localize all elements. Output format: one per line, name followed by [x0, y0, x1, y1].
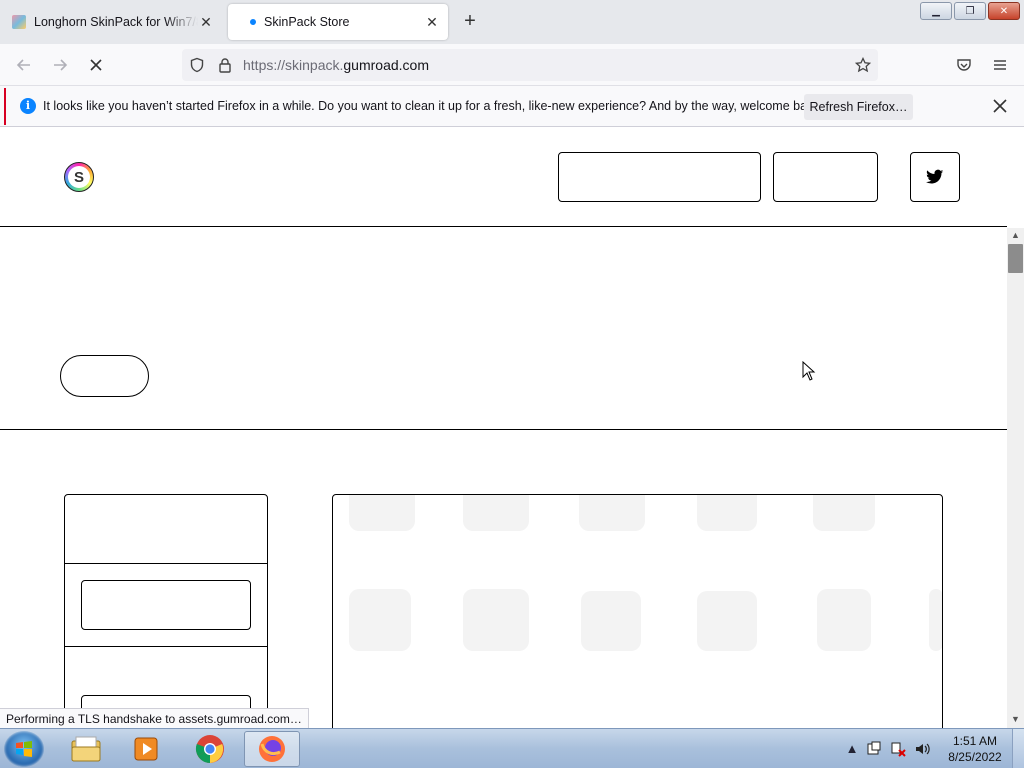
url-prefix: https://skinpack. — [243, 57, 344, 73]
mouse-cursor-icon — [802, 361, 816, 381]
ghost-icon — [697, 495, 757, 531]
ghost-video-file-icon — [817, 589, 871, 651]
notification-message: It looks like you haven’t started Firefo… — [43, 99, 824, 113]
bookmark-star-icon[interactable] — [853, 55, 873, 75]
url-text[interactable]: https://skinpack.gumroad.com — [243, 57, 429, 73]
tab-title: Longhorn SkinPack for Win7/8.1 — [34, 15, 198, 29]
filter-sidebar — [64, 494, 268, 728]
tab-title: SkinPack Store — [264, 15, 350, 29]
clock-date: 8/25/2022 — [948, 750, 1002, 764]
ghost-play-icon — [349, 589, 411, 651]
lock-icon[interactable] — [215, 55, 235, 75]
refresh-firefox-notification: i It looks like you haven’t started Fire… — [0, 86, 1024, 127]
address-bar[interactable]: https://skinpack.gumroad.com — [182, 49, 878, 81]
ghost-icon — [579, 495, 645, 531]
stop-loading-icon[interactable] — [86, 55, 106, 75]
loading-dot-icon — [250, 19, 256, 25]
close-tab-icon[interactable]: ✕ — [198, 14, 214, 30]
taskbar-explorer[interactable] — [58, 731, 114, 767]
app-menu-icon[interactable] — [990, 55, 1010, 75]
skinpack-favicon-icon — [12, 15, 26, 29]
taskbar-media-player[interactable] — [118, 731, 174, 767]
status-text: Performing a TLS handshake to assets.gum… — [0, 708, 309, 729]
logo-glyph: S — [68, 166, 90, 188]
tracking-protection-shield-icon[interactable] — [187, 55, 207, 75]
windows-taskbar: ▲ 1:51 AM 8/25/2022 — [0, 728, 1024, 768]
action-center-icon[interactable] — [866, 741, 882, 757]
ghost-icon — [349, 495, 415, 531]
refresh-firefox-button[interactable]: Refresh Firefox… — [804, 94, 913, 120]
tab-skinpack-store[interactable]: SkinPack Store ✕ — [228, 4, 448, 40]
scrollbar-thumb[interactable] — [1008, 244, 1023, 273]
start-button[interactable] — [4, 731, 44, 767]
system-clock[interactable]: 1:51 AM 8/25/2022 — [940, 733, 1010, 765]
ghost-camera-icon — [463, 589, 529, 651]
header-divider — [0, 226, 1007, 227]
new-tab-icon[interactable]: + — [460, 11, 480, 32]
forward-icon[interactable] — [50, 55, 70, 75]
taskbar-chrome[interactable] — [182, 731, 238, 767]
ghost-icon — [813, 495, 875, 531]
twitter-icon — [926, 169, 944, 184]
tab-strip: Longhorn SkinPack for Win7/8.1 ✕ SkinPac… — [0, 0, 1024, 44]
filter-input-placeholder[interactable] — [81, 580, 251, 630]
windows-logo-icon — [16, 741, 32, 757]
filter-divider — [65, 646, 267, 647]
network-disconnected-icon[interactable] — [890, 741, 906, 757]
ghost-store-icon — [581, 591, 641, 651]
web-page: S — [0, 128, 1007, 728]
show-hidden-icons-icon[interactable]: ▲ — [844, 741, 860, 757]
scroll-down-icon[interactable]: ▼ — [1010, 714, 1021, 725]
filter-divider — [65, 563, 267, 564]
back-icon[interactable] — [14, 55, 34, 75]
twitter-button[interactable] — [910, 152, 960, 202]
scroll-up-icon[interactable]: ▲ — [1010, 230, 1021, 241]
ghost-icon — [463, 495, 529, 531]
restore-icon[interactable]: ❐ — [954, 2, 986, 20]
window-close-icon[interactable]: ✕ — [988, 2, 1020, 20]
clock-time: 1:51 AM — [952, 734, 998, 748]
header-button-placeholder[interactable] — [558, 152, 761, 202]
show-desktop-button[interactable] — [1012, 729, 1024, 768]
chrome-icon — [195, 735, 224, 763]
close-tab-icon[interactable]: ✕ — [424, 14, 440, 30]
taskbar-firefox[interactable] — [244, 731, 300, 767]
navigation-toolbar: https://skinpack.gumroad.com — [0, 44, 1024, 86]
page-scrollbar[interactable]: ▲ ▼ — [1007, 228, 1024, 728]
info-icon: i — [20, 98, 36, 114]
firefox-icon — [259, 736, 285, 762]
pill-button-placeholder[interactable] — [60, 355, 149, 397]
volume-icon[interactable] — [914, 741, 930, 757]
minimize-icon[interactable]: ▁ — [920, 2, 952, 20]
header-button-placeholder[interactable] — [773, 152, 878, 202]
media-player-icon — [134, 737, 158, 761]
product-grid-placeholder — [332, 494, 943, 728]
pocket-icon[interactable] — [954, 55, 974, 75]
url-domain: gumroad.com — [343, 57, 429, 73]
tab-longhorn[interactable]: Longhorn SkinPack for Win7/8.1 ✕ — [4, 4, 222, 40]
folder-icon — [71, 736, 101, 762]
gumroad-logo[interactable]: S — [64, 162, 94, 192]
window-controls: ▁ ❐ ✕ — [920, 2, 1020, 20]
ghost-store-icon — [697, 591, 757, 651]
notification-accent — [4, 88, 6, 125]
ghost-icon — [929, 589, 942, 651]
close-notification-icon[interactable] — [990, 96, 1010, 116]
hero-divider — [0, 429, 1007, 430]
